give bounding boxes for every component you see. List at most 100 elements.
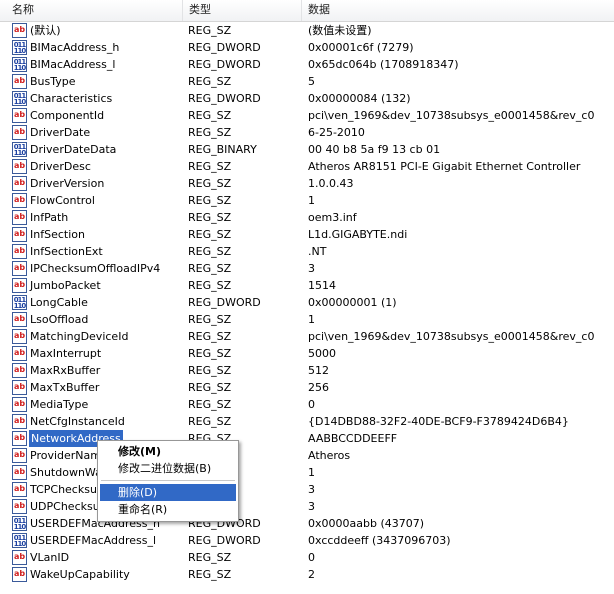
- value-data: AABBCCDDEEFF: [308, 432, 398, 445]
- string-value-icon: ab: [12, 465, 27, 480]
- table-row[interactable]: ab BusType REG_SZ 5: [0, 73, 614, 90]
- value-name: BIMacAddress_l: [30, 58, 116, 71]
- value-type: REG_DWORD: [188, 296, 261, 309]
- value-name-cell: ab WakeUpCapability: [12, 566, 182, 583]
- string-value-icon: ab: [12, 567, 27, 582]
- value-name-cell: ab VLanID: [12, 549, 182, 566]
- table-row[interactable]: ab DriverDesc REG_SZ Atheros AR8151 PCI-E G…: [0, 158, 614, 175]
- value-type: REG_SZ: [188, 279, 232, 292]
- string-value-icon: ab: [12, 312, 27, 327]
- value-name: WakeUpCapability: [30, 568, 130, 581]
- value-data: 0xccddeeff (3437096703): [308, 534, 451, 547]
- value-name: MaxRxBuffer: [30, 364, 101, 377]
- table-row[interactable]: ab DriverDate REG_SZ 6-25-2010: [0, 124, 614, 141]
- table-row[interactable]: ab MaxRxBuffer REG_SZ 512: [0, 362, 614, 379]
- value-name-cell: 011 110 Characteristics: [12, 90, 182, 107]
- string-value-icon: ab: [12, 227, 27, 242]
- table-row[interactable]: ab MatchingDeviceId REG_SZ pci\ven_1969&dev…: [0, 328, 614, 345]
- table-row[interactable]: ab JumboPacket REG_SZ 1514: [0, 277, 614, 294]
- value-name: DriverVersion: [30, 177, 105, 190]
- table-row[interactable]: abShutdownWakeREG_SZ1: [0, 464, 614, 481]
- value-data: 0x00001c6f (7279): [308, 41, 414, 54]
- table-row[interactable]: 011 110 USERDEFMacAddress_l REG_DWORD 0xccd…: [0, 532, 614, 549]
- value-name-cell: ab MatchingDeviceId: [12, 328, 182, 345]
- value-name-cell: ab ComponentId: [12, 107, 182, 124]
- table-row[interactable]: ab LsoOffload REG_SZ 1: [0, 311, 614, 328]
- string-value-icon: ab: [12, 414, 27, 429]
- value-data: 1: [308, 313, 315, 326]
- binary-value-icon: 011 110: [12, 533, 27, 548]
- table-row[interactable]: 011 110 LongCable REG_DWORD 0x00000001 (1): [0, 294, 614, 311]
- column-header-name[interactable]: 名称: [0, 0, 183, 21]
- value-type: REG_SZ: [188, 228, 232, 241]
- menu-item-rename[interactable]: 重命名(R): [100, 501, 236, 518]
- value-type: REG_DWORD: [188, 92, 261, 105]
- string-value-icon: ab: [12, 159, 27, 174]
- table-row[interactable]: 011 110 USERDEFMacAddress_h REG_DWORD 0x000…: [0, 515, 614, 532]
- value-name: (默认): [30, 24, 61, 37]
- table-row[interactable]: ab MediaType REG_SZ 0: [0, 396, 614, 413]
- value-name: BIMacAddress_h: [30, 41, 120, 54]
- table-row[interactable]: 011 110 Characteristics REG_DWORD 0x0000008…: [0, 90, 614, 107]
- table-row[interactable]: ab IPChecksumOffloadIPv4 REG_SZ 3: [0, 260, 614, 277]
- value-name-cell: ab FlowControl: [12, 192, 182, 209]
- value-name-cell: 011 110 USERDEFMacAddress_l: [12, 532, 182, 549]
- value-name: LsoOffload: [30, 313, 89, 326]
- column-header-type[interactable]: 类型: [183, 0, 302, 21]
- table-row[interactable]: abTCPChecksumREG_SZ3: [0, 481, 614, 498]
- binary-value-icon: 011 110: [12, 91, 27, 106]
- table-row[interactable]: ab DriverVersion REG_SZ 1.0.0.43: [0, 175, 614, 192]
- table-row[interactable]: ab InfSectionExt REG_SZ .NT: [0, 243, 614, 260]
- table-row[interactable]: ab (默认) REG_SZ (数值未设置): [0, 22, 614, 39]
- value-data: 1514: [308, 279, 336, 292]
- menu-item-modify-binary[interactable]: 修改二进位数据(B): [100, 460, 236, 477]
- string-value-icon: ab: [12, 550, 27, 565]
- value-name: LongCable: [30, 296, 88, 309]
- column-header-data[interactable]: 数据: [302, 0, 614, 21]
- table-row[interactable]: ab WakeUpCapability REG_SZ 2: [0, 566, 614, 583]
- value-data: 5000: [308, 347, 336, 360]
- table-row[interactable]: 011 110 DriverDateData REG_BINARY 00 40 b8 …: [0, 141, 614, 158]
- value-type: REG_SZ: [188, 381, 232, 394]
- table-row[interactable]: ab MaxInterrupt REG_SZ 5000: [0, 345, 614, 362]
- value-type: REG_SZ: [188, 313, 232, 326]
- value-name-cell: 011 110 LongCable: [12, 294, 182, 311]
- value-name-cell: ab (默认): [12, 22, 182, 39]
- string-value-icon: ab: [12, 261, 27, 276]
- value-type: REG_SZ: [188, 551, 232, 564]
- value-name: USERDEFMacAddress_l: [30, 534, 157, 547]
- value-data: {D14DBD88-32F2-40DE-BCF9-F3789424D6B4}: [308, 415, 569, 428]
- value-name: IPChecksumOffloadIPv4: [30, 262, 161, 275]
- table-row[interactable]: abUDPChecksumREG_SZ3: [0, 498, 614, 515]
- table-row[interactable]: 011 110 BIMacAddress_h REG_DWORD 0x00001c6f…: [0, 39, 614, 56]
- string-value-icon: ab: [12, 499, 27, 514]
- value-name-cell: 011 110 BIMacAddress_l: [12, 56, 182, 73]
- table-row[interactable]: ab InfSection REG_SZ L1d.GIGABYTE.ndi: [0, 226, 614, 243]
- value-data: 00 40 b8 5a f9 13 cb 01: [308, 143, 441, 156]
- value-name: MediaType: [30, 398, 89, 411]
- table-row[interactable]: ab NetworkAddress REG_SZ AABBCCDDEEFF: [0, 430, 614, 447]
- string-value-icon: ab: [12, 278, 27, 293]
- menu-item-modify[interactable]: 修改(M): [100, 443, 236, 460]
- value-data: 1.0.0.43: [308, 177, 354, 190]
- value-name: JumboPacket: [30, 279, 101, 292]
- table-row[interactable]: ab FlowControl REG_SZ 1: [0, 192, 614, 209]
- value-name: VLanID: [30, 551, 70, 564]
- value-data: 0x00000084 (132): [308, 92, 411, 105]
- table-row[interactable]: ab NetCfgInstanceId REG_SZ {D14DBD88-32F2-4…: [0, 413, 614, 430]
- table-row[interactable]: abProviderNameREG_SZAtheros: [0, 447, 614, 464]
- table-row[interactable]: ab InfPath REG_SZ oem3.inf: [0, 209, 614, 226]
- value-name-cell: ab MaxRxBuffer: [12, 362, 182, 379]
- string-value-icon: ab: [12, 244, 27, 259]
- value-data: Atheros: [308, 449, 351, 462]
- menu-item-delete[interactable]: 删除(D): [100, 484, 236, 501]
- value-data: 0: [308, 551, 315, 564]
- table-row[interactable]: ab MaxTxBuffer REG_SZ 256: [0, 379, 614, 396]
- table-row[interactable]: ab VLanID REG_SZ 0: [0, 549, 614, 566]
- table-row[interactable]: ab ComponentId REG_SZ pci\ven_1969&dev_1073…: [0, 107, 614, 124]
- binary-value-icon: 011 110: [12, 142, 27, 157]
- string-value-icon: ab: [12, 23, 27, 38]
- value-data: 3: [308, 483, 315, 496]
- value-name: InfSectionExt: [30, 245, 103, 258]
- table-row[interactable]: 011 110 BIMacAddress_l REG_DWORD 0x65dc064b…: [0, 56, 614, 73]
